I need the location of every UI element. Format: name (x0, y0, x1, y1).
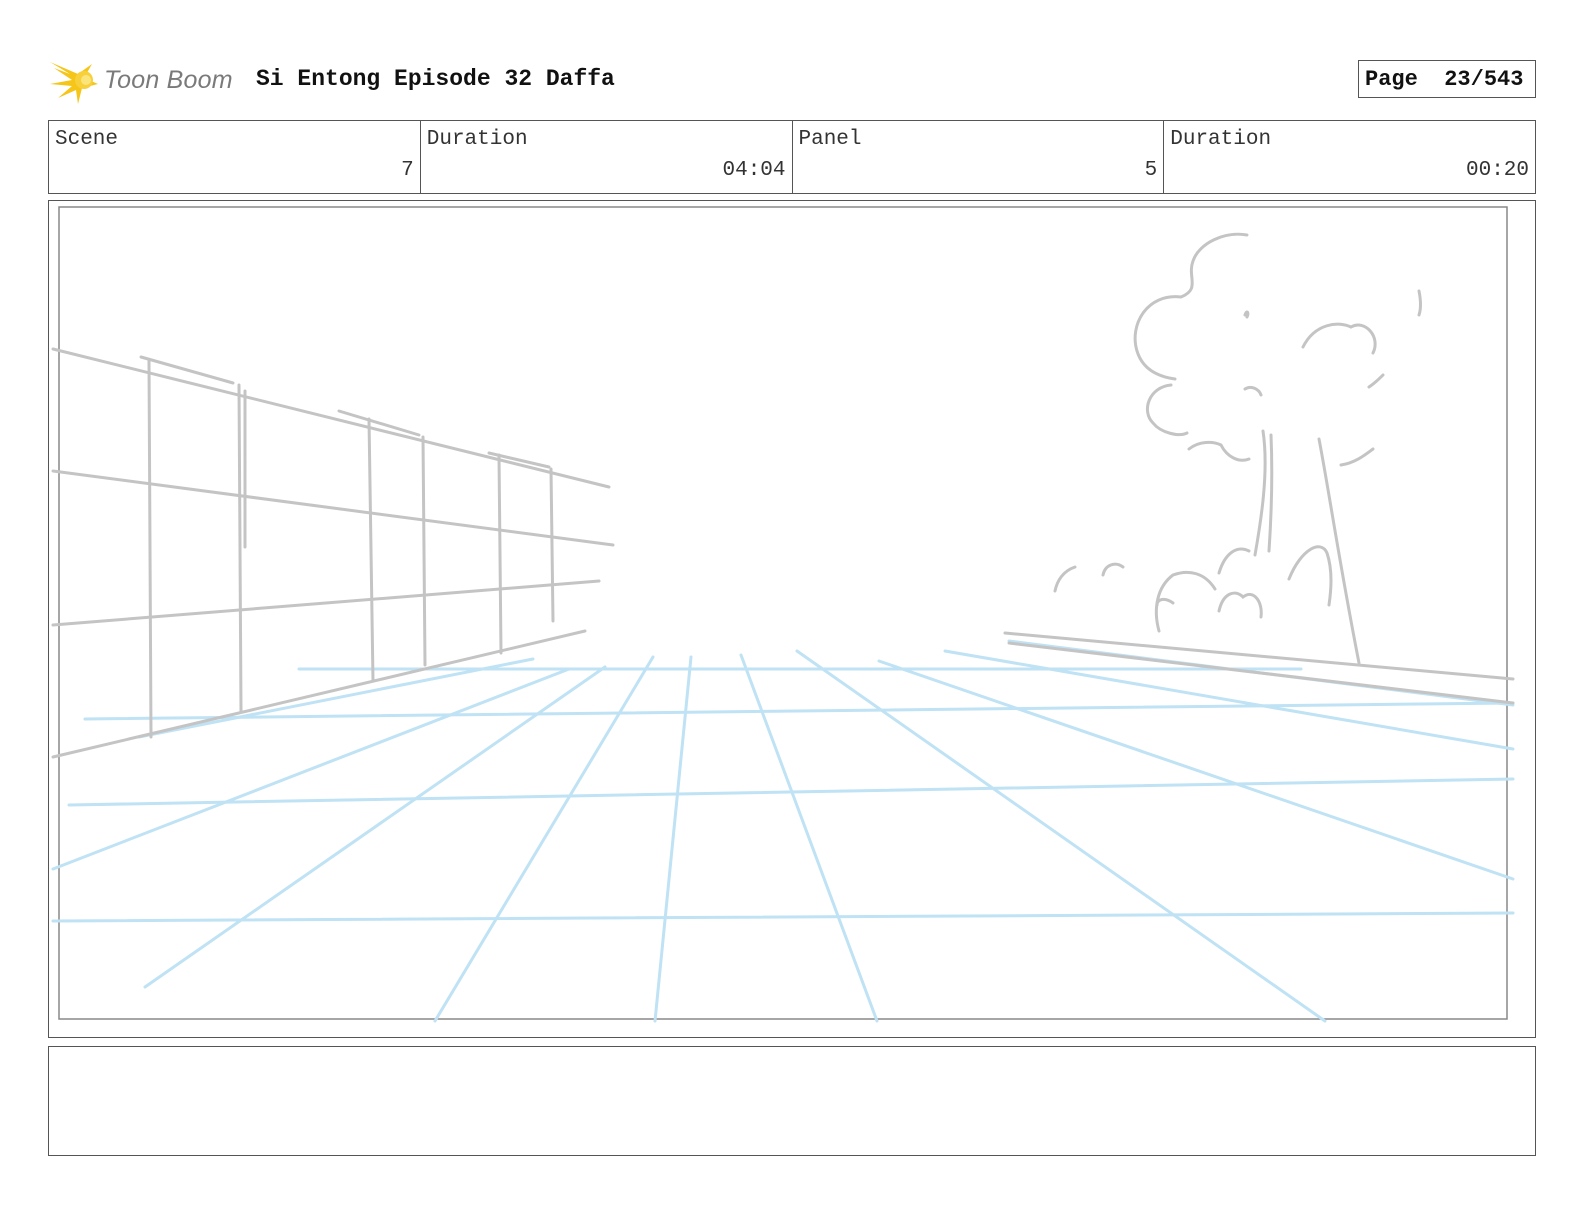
page-title: Si Entong Episode 32 Daffa (256, 66, 615, 92)
page-number: 23/543 (1444, 67, 1524, 92)
panel-sketch (51, 206, 1515, 1023)
scene-info-table: Scene 7 Duration 04:04 Panel 5 Duration … (48, 120, 1536, 194)
tree-sketch (1003, 232, 1515, 705)
storyboard-panel (48, 200, 1536, 1038)
panel-value: 5 (1144, 159, 1158, 182)
scene-duration-label: Duration (426, 128, 528, 151)
scene-label: Scene (55, 128, 119, 151)
scene-value: 7 (401, 159, 414, 182)
building-sketch (51, 347, 615, 759)
panel-cell: Panel 5 (793, 121, 1165, 193)
page-indicator: Page 23/543 (1358, 60, 1536, 98)
scene-cell: Scene 7 (49, 121, 421, 193)
panel-label: Panel (798, 128, 862, 151)
panel-duration-label: Duration (1170, 128, 1272, 151)
page-header: Toon Boom Si Entong Episode 32 Daffa Pag… (48, 52, 1536, 108)
scene-duration-cell: Duration 04:04 (421, 121, 793, 193)
perspective-grid (51, 639, 1515, 1023)
panel-notes[interactable] (48, 1046, 1536, 1156)
scene-duration-value: 04:04 (722, 159, 786, 182)
panel-duration-value: 00:20 (1465, 159, 1529, 182)
panel-duration-cell: Duration 00:20 (1164, 121, 1535, 193)
logo-text: Toon Boom (104, 66, 233, 94)
page-label: Page (1365, 67, 1418, 92)
toon-boom-logo-icon (48, 54, 104, 106)
